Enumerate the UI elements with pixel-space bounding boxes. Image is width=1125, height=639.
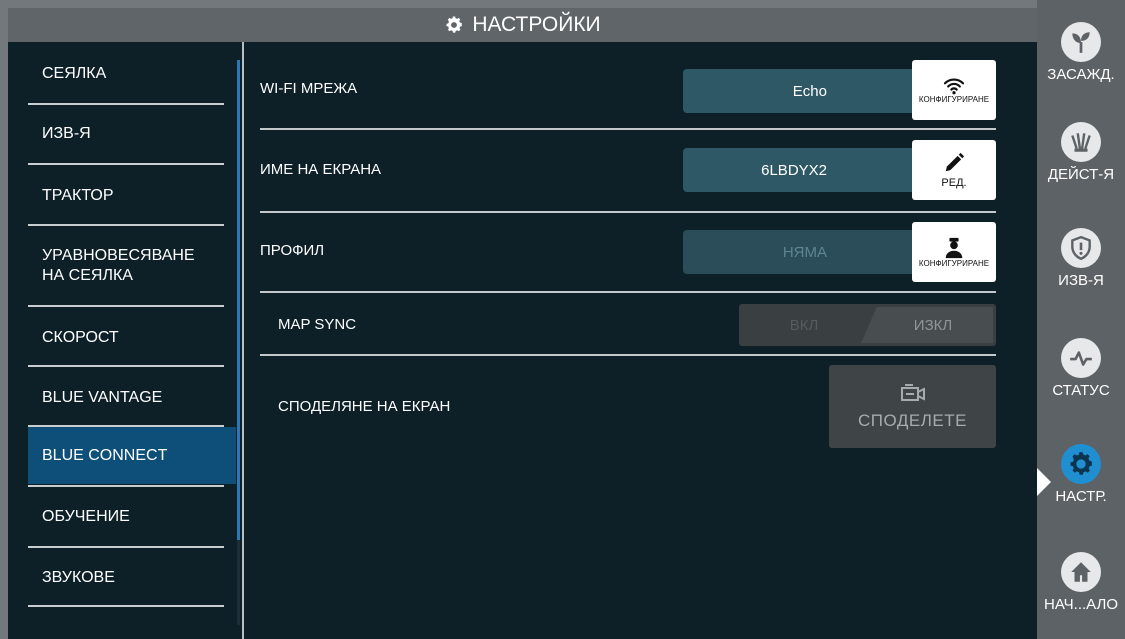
rail-item-label: НАЧ...АЛО bbox=[1043, 596, 1118, 613]
menu-divider bbox=[28, 365, 224, 367]
menu-item-alerts[interactable]: ИЗВ-Я bbox=[28, 114, 234, 154]
display-name-label: ИМЕ НА ЕКРАНА bbox=[260, 161, 382, 178]
content-area: СЕЯЛКА ИЗВ-Я ТРАКТОР УРАВНОВЕСЯВАНЕ НА С… bbox=[8, 42, 1037, 639]
profile-field[interactable]: НЯМА bbox=[683, 230, 923, 274]
row-divider bbox=[260, 128, 996, 130]
gear-icon bbox=[446, 16, 463, 33]
menu-divider bbox=[28, 224, 224, 226]
display-name-field[interactable]: 6LBDYX2 bbox=[683, 148, 923, 192]
main-frame: НАСТРОЙКИ СЕЯЛКА ИЗВ-Я ТРАКТОР УРАВНОВЕС… bbox=[0, 0, 1037, 639]
share-button-label: СПОДЕЛЕТЕ bbox=[858, 410, 967, 430]
map-sync-label: MAP SYNC bbox=[278, 316, 357, 333]
rail-item-planting[interactable]: ЗАСАЖД. bbox=[1037, 22, 1125, 122]
rail-item-status[interactable]: СТАТУС bbox=[1037, 338, 1125, 438]
right-nav-rail: ЗАСАЖД. ДЕЙСТ-Я ИЗВ-Я СТАТУС НАСТР. НАЧ.… bbox=[1037, 0, 1125, 639]
menu-item-speed[interactable]: СКОРОСТ bbox=[28, 318, 234, 358]
rail-item-label: СТАТУС bbox=[1052, 382, 1110, 399]
panel-divider bbox=[242, 42, 244, 639]
rail-item-actions[interactable]: ДЕЙСТ-Я bbox=[1037, 122, 1125, 222]
menu-item-sounds[interactable]: ЗВУКОВЕ bbox=[28, 558, 234, 598]
wifi-label: WI-FI МРЕЖА bbox=[260, 80, 358, 97]
rail-item-label: ЗАСАЖД. bbox=[1047, 66, 1115, 83]
map-sync-off-option[interactable]: ИЗКЛ bbox=[861, 307, 993, 343]
edit-label: РЕД. bbox=[941, 176, 967, 189]
menu-item-seeder[interactable]: СЕЯЛКА bbox=[28, 54, 234, 94]
row-divider bbox=[260, 211, 996, 213]
row-divider bbox=[260, 354, 996, 356]
page-title: НАСТРОЙКИ bbox=[472, 13, 601, 36]
menu-item-label: ЗВУКОВЕ bbox=[42, 569, 115, 586]
row-divider bbox=[260, 291, 996, 293]
screen-share-label: СПОДЕЛЯНЕ НА ЕКРАН bbox=[278, 398, 451, 415]
menu-item-blue-vantage[interactable]: BLUE VANTAGE bbox=[28, 378, 234, 418]
pencil-icon bbox=[945, 152, 965, 171]
menu-item-training[interactable]: ОБУЧЕНИЕ bbox=[28, 497, 234, 537]
display-name-value: 6LBDYX2 bbox=[761, 161, 827, 179]
menu-divider bbox=[28, 605, 224, 607]
title-bar: НАСТРОЙКИ bbox=[8, 8, 1037, 42]
map-sync-toggle[interactable]: ВКЛ ИЗКЛ bbox=[739, 304, 996, 346]
rail-item-label: ИЗВ-Я bbox=[1058, 272, 1104, 289]
menu-item-label: СЕЯЛКА bbox=[42, 65, 107, 82]
wifi-icon bbox=[943, 78, 965, 94]
map-sync-on-option[interactable]: ВКЛ bbox=[739, 304, 869, 346]
menu-item-label: BLUE CONNECT bbox=[42, 446, 168, 464]
wifi-configure-label: КОНФИГУРИРАНЕ bbox=[918, 94, 990, 104]
camera-icon bbox=[900, 383, 925, 401]
menu-divider bbox=[28, 103, 224, 105]
menu-item-label: СКОРОСТ bbox=[42, 329, 119, 346]
profile-value: НЯМА bbox=[782, 243, 827, 261]
menu-item-label: ИЗВ-Я bbox=[42, 125, 91, 142]
menu-divider bbox=[28, 305, 224, 307]
person-icon bbox=[945, 237, 963, 258]
settings-menu: СЕЯЛКА ИЗВ-Я ТРАКТОР УРАВНОВЕСЯВАНЕ НА С… bbox=[8, 42, 240, 639]
edit-display-name-button[interactable]: РЕД. bbox=[912, 140, 996, 200]
menu-item-tractor[interactable]: ТРАКТОР bbox=[28, 176, 234, 216]
menu-divider bbox=[28, 163, 224, 165]
menu-item-label: BLUE VANTAGE bbox=[42, 389, 163, 406]
menu-scrollbar-thumb[interactable] bbox=[237, 60, 240, 540]
wifi-configure-button[interactable]: КОНФИГУРИРАНЕ bbox=[912, 60, 996, 120]
rail-item-alerts[interactable]: ИЗВ-Я bbox=[1037, 228, 1125, 328]
share-screen-button[interactable]: СПОДЕЛЕТЕ bbox=[829, 365, 996, 448]
menu-item-label: ТРАКТОР bbox=[42, 187, 114, 204]
pulse-icon bbox=[1061, 338, 1101, 378]
profile-configure-button[interactable]: КОНФИГУРИРАНЕ bbox=[912, 222, 996, 282]
menu-item-seeder-balancing[interactable]: УРАВНОВЕСЯВАНЕ НА СЕЯЛКА bbox=[28, 236, 234, 296]
rail-item-label: ДЕЙСТ-Я bbox=[1047, 166, 1115, 183]
home-icon bbox=[1061, 552, 1101, 592]
active-rail-pointer bbox=[1037, 468, 1051, 496]
actions-icon bbox=[1061, 122, 1101, 162]
menu-divider bbox=[28, 546, 224, 548]
profile-label: ПРОФИЛ bbox=[260, 242, 325, 259]
gear-icon bbox=[1061, 444, 1101, 484]
profile-configure-label: КОНФИГУРИРАНЕ bbox=[918, 258, 990, 268]
menu-item-label: ОБУЧЕНИЕ bbox=[42, 508, 130, 525]
wifi-network-field[interactable]: Echo bbox=[683, 69, 923, 113]
menu-item-label: УРАВНОВЕСЯВАНЕ НА СЕЯЛКА bbox=[42, 247, 195, 284]
wifi-network-value: Echo bbox=[792, 82, 827, 100]
seedling-icon bbox=[1061, 22, 1101, 62]
rail-item-home[interactable]: НАЧ...АЛО bbox=[1037, 552, 1125, 639]
menu-item-blue-connect[interactable]: BLUE CONNECT bbox=[28, 427, 236, 484]
menu-divider bbox=[28, 485, 224, 487]
alert-shield-icon bbox=[1061, 228, 1101, 268]
